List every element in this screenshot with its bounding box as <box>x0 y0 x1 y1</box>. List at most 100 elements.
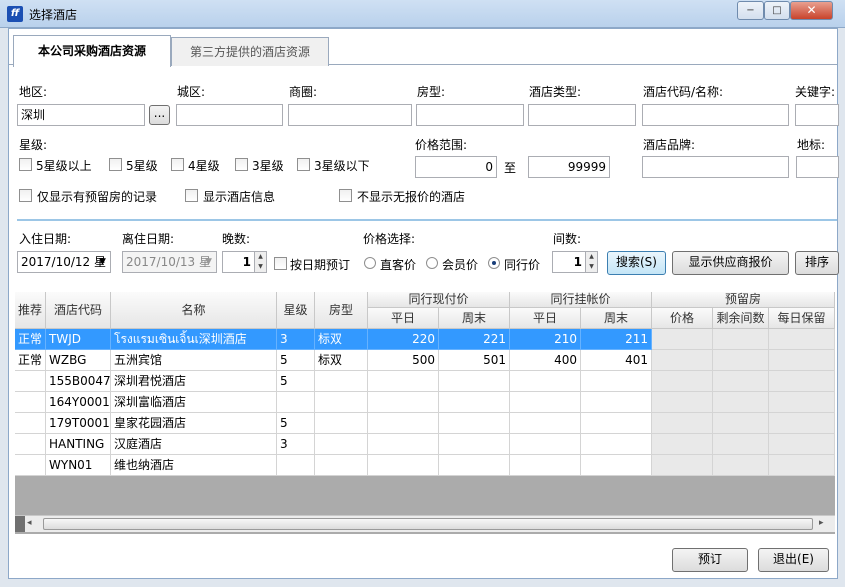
grid-cell-cw[interactable] <box>368 413 439 434</box>
grid-cell-p[interactable] <box>652 455 713 476</box>
col-cash-weekend-header[interactable]: 周末 <box>439 308 510 329</box>
grid-cell-rec[interactable]: 正常 <box>15 329 46 350</box>
grid-cell-cw[interactable]: 500 <box>368 350 439 371</box>
grid-cell-ge[interactable] <box>581 455 652 476</box>
grid-cell-code[interactable]: 155B0047 <box>46 371 111 392</box>
landmark-input[interactable] <box>796 156 839 178</box>
nights-spinner[interactable]: ▲ ▼ <box>255 251 267 273</box>
price-member-radio[interactable] <box>426 257 438 269</box>
grid-cell-d[interactable] <box>769 455 835 476</box>
grid-cell-name[interactable]: โรงแรมเซินเจิ้นเ深圳酒店 <box>111 329 277 350</box>
grid-cell-d[interactable] <box>769 392 835 413</box>
grid-cell-r[interactable] <box>713 392 769 413</box>
grid-cell-room[interactable] <box>315 434 368 455</box>
star-4-checkbox[interactable] <box>171 158 184 171</box>
col-credit-weekend-header[interactable]: 周末 <box>581 308 652 329</box>
grid-cell-cw[interactable] <box>368 434 439 455</box>
checkout-dropdown-icon[interactable]: ▼ <box>205 257 212 267</box>
col-code-header[interactable]: 酒店代码 <box>46 292 111 329</box>
grid-cell-r[interactable] <box>713 434 769 455</box>
grid-cell-d[interactable] <box>769 434 835 455</box>
grid-cell-code[interactable]: TWJD <box>46 329 111 350</box>
grid-cell-r[interactable] <box>713 329 769 350</box>
grid-cell-ge[interactable] <box>581 413 652 434</box>
grid-cell-gw[interactable] <box>510 455 581 476</box>
grid-cell-ce[interactable]: 221 <box>439 329 510 350</box>
grid-cell-room[interactable] <box>315 455 368 476</box>
grid-cell-ce[interactable] <box>439 371 510 392</box>
checkin-dropdown-icon[interactable]: ▼ <box>99 257 106 267</box>
keyword-input[interactable] <box>795 104 839 126</box>
grid-cell-ge[interactable]: 211 <box>581 329 652 350</box>
spin-up-icon[interactable]: ▲ <box>586 252 597 262</box>
grid-cell-gw[interactable] <box>510 392 581 413</box>
grid-cell-rec[interactable]: 正常 <box>15 350 46 371</box>
horizontal-scrollbar[interactable]: ◂ ▸ <box>15 515 835 532</box>
grid-cell-r[interactable] <box>713 350 769 371</box>
grid-cell-room[interactable] <box>315 392 368 413</box>
grid-cell-cw[interactable] <box>368 371 439 392</box>
tab-own-hotels[interactable]: 本公司采购酒店资源 <box>13 35 171 67</box>
by-date-checkbox[interactable] <box>274 257 287 270</box>
grid-cell-name[interactable]: 深圳君悦酒店 <box>111 371 277 392</box>
grid-cell-ge[interactable] <box>581 434 652 455</box>
grid-cell-cw[interactable] <box>368 455 439 476</box>
grid-cell-p[interactable] <box>652 350 713 371</box>
search-button[interactable]: 搜索(S) <box>607 251 666 275</box>
col-credit-weekday-header[interactable]: 平日 <box>510 308 581 329</box>
grid-cell-cw[interactable]: 220 <box>368 329 439 350</box>
grid-cell-star[interactable]: 3 <box>277 329 315 350</box>
grid-cell-ce[interactable] <box>439 392 510 413</box>
grid-cell-cw[interactable] <box>368 392 439 413</box>
price-max-input[interactable]: 99999 <box>528 156 610 178</box>
grid-cell-room[interactable] <box>315 413 368 434</box>
grid-cell-p[interactable] <box>652 434 713 455</box>
grid-cell-star[interactable] <box>277 392 315 413</box>
grid-cell-star[interactable]: 5 <box>277 371 315 392</box>
price-min-input[interactable]: 0 <box>415 156 497 178</box>
spin-down-icon[interactable]: ▼ <box>255 262 266 272</box>
grid-cell-star[interactable]: 5 <box>277 350 315 371</box>
grid-cell-r[interactable] <box>713 371 769 392</box>
sort-button[interactable]: 排序 <box>795 251 839 275</box>
grid-cell-name[interactable]: 维也纳酒店 <box>111 455 277 476</box>
grid-cell-code[interactable]: WYN01 <box>46 455 111 476</box>
brand-input[interactable] <box>642 156 789 178</box>
col-peer-cash-header[interactable]: 同行现付价 <box>368 292 510 308</box>
grid-cell-name[interactable]: 五洲宾馆 <box>111 350 277 371</box>
grid-cell-p[interactable] <box>652 329 713 350</box>
grid-cell-p[interactable] <box>652 413 713 434</box>
hotel-code-input[interactable] <box>642 104 789 126</box>
grid-cell-rec[interactable] <box>15 455 46 476</box>
star-5-plus-checkbox[interactable] <box>19 158 32 171</box>
star-5-checkbox[interactable] <box>109 158 122 171</box>
grid-cell-ce[interactable]: 501 <box>439 350 510 371</box>
scroll-left-icon[interactable]: ◂ <box>27 518 32 528</box>
grid-cell-star[interactable]: 3 <box>277 434 315 455</box>
book-button[interactable]: 预订 <box>672 548 748 572</box>
nights-input[interactable]: 1 <box>222 251 255 273</box>
grid-cell-p[interactable] <box>652 371 713 392</box>
star-3-checkbox[interactable] <box>235 158 248 171</box>
grid-cell-gw[interactable] <box>510 371 581 392</box>
grid-cell-r[interactable] <box>713 455 769 476</box>
grid-cell-rec[interactable] <box>15 413 46 434</box>
grid-cell-code[interactable]: 164Y0001 <box>46 392 111 413</box>
col-reserved-price-header[interactable]: 价格 <box>652 308 713 329</box>
grid-cell-p[interactable] <box>652 392 713 413</box>
grid-cell-rec[interactable] <box>15 434 46 455</box>
grid-cell-rec[interactable] <box>15 392 46 413</box>
col-reserved-header[interactable]: 预留房 <box>652 292 835 308</box>
room-type-input[interactable] <box>416 104 524 126</box>
exit-button[interactable]: 退出(E) <box>758 548 829 572</box>
grid-cell-code[interactable]: WZBG <box>46 350 111 371</box>
grid-cell-code[interactable]: HANTING <box>46 434 111 455</box>
grid-cell-d[interactable] <box>769 350 835 371</box>
grid-cell-name[interactable]: 皇家花园酒店 <box>111 413 277 434</box>
spin-down-icon[interactable]: ▼ <box>586 262 597 272</box>
price-direct-radio[interactable] <box>364 257 376 269</box>
col-cash-weekday-header[interactable]: 平日 <box>368 308 439 329</box>
maximize-button[interactable]: □ <box>764 1 790 20</box>
business-area-input[interactable] <box>288 104 412 126</box>
show-hotel-info-checkbox[interactable] <box>185 189 198 202</box>
